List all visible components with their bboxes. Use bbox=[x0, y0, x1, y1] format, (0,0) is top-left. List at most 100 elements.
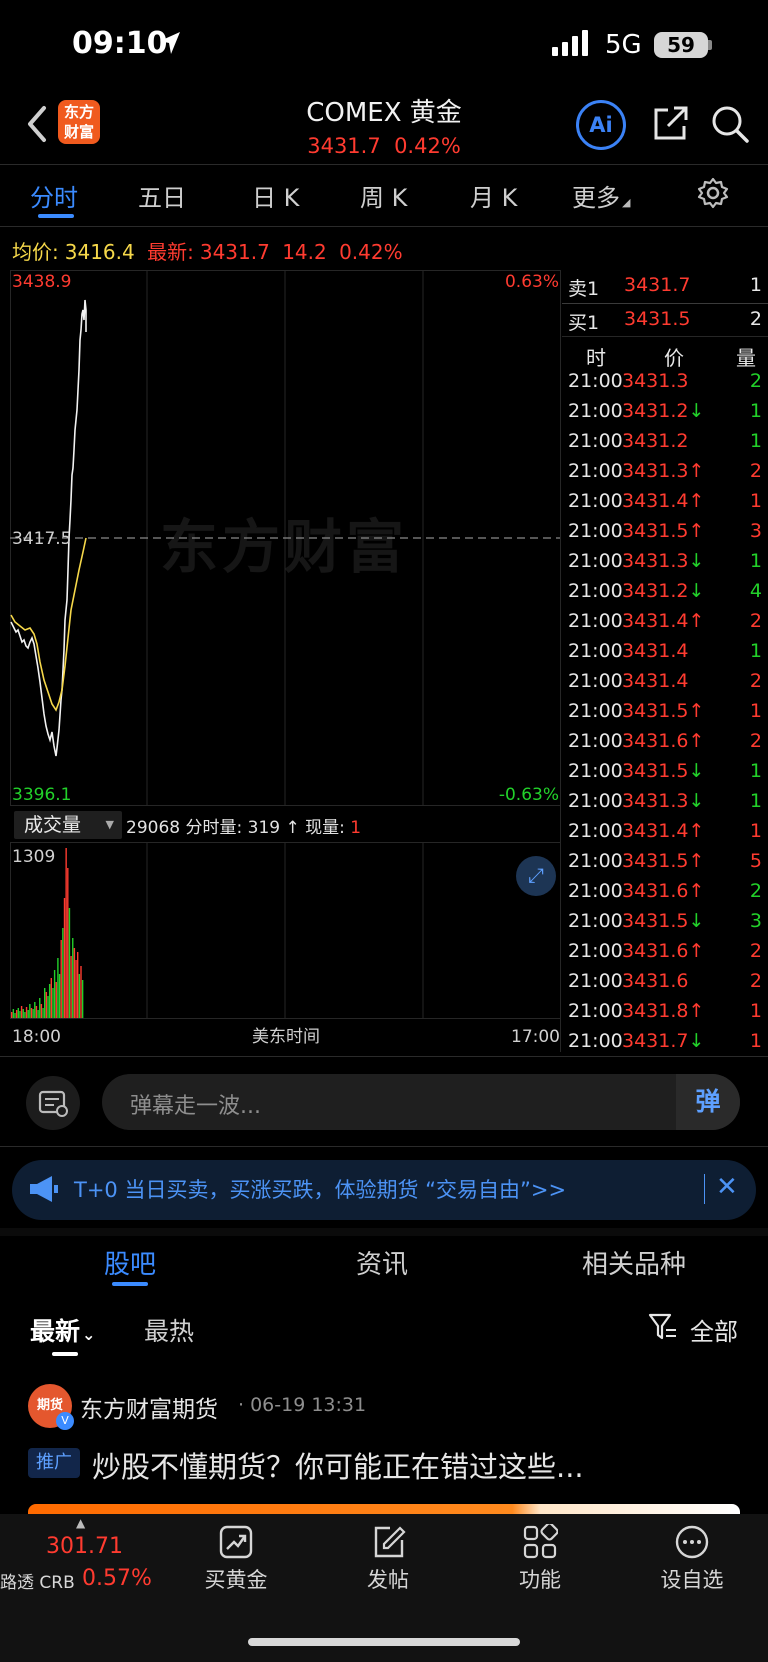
trade-price-value: 3431.3 bbox=[622, 370, 689, 392]
trade-price: 3431.4 bbox=[622, 640, 688, 662]
volume-bar bbox=[39, 998, 41, 1018]
volume-bar bbox=[63, 898, 66, 1018]
trade-time: 21:00 bbox=[568, 1000, 623, 1022]
trade-direction-arrow: ↓ bbox=[688, 550, 705, 572]
volume-bar bbox=[55, 982, 57, 1018]
danmaku-send-button[interactable]: 弹 bbox=[676, 1074, 740, 1130]
trade-qty: 2 bbox=[749, 460, 762, 482]
volume-bar bbox=[14, 1013, 16, 1018]
trade-time: 21:00 bbox=[568, 940, 623, 962]
add-watchlist-label: 设自选 bbox=[660, 1568, 724, 1592]
share-icon[interactable] bbox=[650, 104, 690, 144]
trade-qty: 4 bbox=[749, 580, 762, 602]
index-name[interactable]: 路透 CRB bbox=[0, 1568, 75, 1593]
close-icon[interactable]: ✕ bbox=[716, 1172, 738, 1202]
functions-button[interactable]: 功能 bbox=[480, 1524, 600, 1592]
sort-latest[interactable]: 最新 ⌄ bbox=[30, 1312, 95, 1348]
bid-1-qty: 2 bbox=[749, 308, 762, 330]
volume-bar bbox=[50, 978, 52, 1018]
danmaku-placeholder: 弹幕走一波... bbox=[130, 1094, 261, 1119]
indicator-selector-label: 成交量 bbox=[24, 814, 82, 836]
trade-qty: 1 bbox=[749, 820, 762, 842]
grid-icon bbox=[523, 1524, 558, 1559]
trade-price: 3431.5↑ bbox=[622, 700, 704, 722]
trade-price: 3431.2↓ bbox=[622, 400, 704, 422]
tab-more[interactable]: 更多 ◢ bbox=[572, 178, 630, 213]
trade-price-value: 3431.3 bbox=[622, 790, 689, 812]
post-author[interactable]: 东方财富期货 bbox=[80, 1390, 218, 1424]
expand-chart-button[interactable]: ⤢ bbox=[516, 856, 556, 896]
promo-text: T+0 当日买卖，买涨买跌，体验期货 “交易自由”>> bbox=[74, 1178, 567, 1202]
trade-price-value: 3431.7 bbox=[622, 1030, 689, 1052]
post-image[interactable] bbox=[28, 1504, 740, 1514]
caret-up-icon[interactable]: ▲ bbox=[76, 1516, 85, 1530]
tab-guba[interactable]: 股吧 bbox=[104, 1244, 156, 1281]
add-watchlist-button[interactable]: 设自选 bbox=[632, 1524, 752, 1592]
volume-bar bbox=[45, 992, 48, 1018]
index-value[interactable]: 301.71 bbox=[46, 1534, 123, 1559]
home-indicator[interactable] bbox=[248, 1638, 520, 1646]
tabs-divider bbox=[0, 226, 768, 227]
post-time: · 06-19 13:31 bbox=[238, 1394, 367, 1416]
tab-more-label: 更多 bbox=[572, 184, 620, 212]
pct-max-label: 0.63% bbox=[505, 272, 559, 292]
trade-row: 21:00 3431.3↑ 2 bbox=[568, 460, 764, 490]
gear-icon[interactable] bbox=[696, 176, 730, 210]
trade-qty: 1 bbox=[749, 1030, 762, 1052]
danmaku-toggle-button[interactable] bbox=[26, 1076, 80, 1130]
tab-related[interactable]: 相关品种 bbox=[582, 1244, 686, 1281]
tab-monthly-k[interactable]: 月 K bbox=[470, 178, 517, 213]
trade-price-value: 3431.4 bbox=[622, 640, 689, 662]
battery-tip bbox=[708, 40, 712, 50]
volume-bar bbox=[30, 1008, 33, 1018]
price-mid-label: 3417.5 bbox=[12, 529, 71, 549]
trade-price: 3431.6↑ bbox=[622, 880, 704, 902]
trade-direction-arrow: ↑ bbox=[688, 700, 705, 722]
trade-row: 21:00 3431.3 2 bbox=[568, 370, 764, 400]
price-max-label: 3438.9 bbox=[12, 272, 71, 292]
intraday-chart[interactable]: 3438.9 3417.5 3396.1 0.63% -0.63% 1309 1… bbox=[10, 270, 562, 1048]
trade-price: 3431.7↓ bbox=[622, 1030, 704, 1052]
index-change-pct[interactable]: 0.57% bbox=[82, 1566, 152, 1591]
bid-1-row: 买1 3431.5 2 bbox=[568, 308, 764, 338]
trade-price-value: 3431.4 bbox=[622, 490, 689, 512]
trade-price: 3431.3↓ bbox=[622, 550, 704, 572]
trade-row: 21:00 3431.6↑ 2 bbox=[568, 940, 764, 970]
header-price: 3431.7 bbox=[307, 134, 381, 158]
trade-row: 21:00 3431.4↑ 1 bbox=[568, 820, 764, 850]
tab-news[interactable]: 资讯 bbox=[356, 1244, 408, 1281]
trade-row: 21:00 3431.8↑ 1 bbox=[568, 1000, 764, 1030]
trade-time: 21:00 bbox=[568, 430, 623, 452]
tab-weekly-k[interactable]: 周 K bbox=[360, 178, 407, 213]
buy-gold-button[interactable]: 买黄金 bbox=[176, 1524, 296, 1592]
location-arrow-icon bbox=[160, 32, 180, 54]
tab-five-day[interactable]: 五日 bbox=[138, 178, 186, 213]
volume-bar bbox=[17, 1008, 19, 1018]
trade-price-value: 3431.8 bbox=[622, 1000, 689, 1022]
trade-qty: 2 bbox=[749, 880, 762, 902]
trade-price-value: 3431.6 bbox=[622, 970, 689, 992]
filter-all[interactable]: 全部 bbox=[690, 1312, 738, 1347]
trade-time: 21:00 bbox=[568, 610, 623, 632]
volume-bar bbox=[68, 908, 71, 1018]
search-icon[interactable] bbox=[710, 104, 750, 144]
ai-assistant-button[interactable]: Ai bbox=[576, 100, 626, 150]
post-title[interactable]: 炒股不懂期货？你可能正在错过这些... bbox=[92, 1444, 584, 1486]
chart-bottom-divider bbox=[0, 1056, 768, 1057]
ask-1-row: 卖1 3431.7 1 bbox=[568, 274, 764, 304]
trade-time: 21:00 bbox=[568, 400, 623, 422]
trade-time: 21:00 bbox=[568, 790, 623, 812]
post-button[interactable]: 发帖 bbox=[328, 1524, 448, 1592]
average-price-line bbox=[10, 537, 87, 712]
filter-icon[interactable] bbox=[648, 1312, 678, 1342]
price-min-label: 3396.1 bbox=[12, 785, 71, 805]
change-pct: 0.42% bbox=[339, 240, 403, 264]
trade-row: 21:00 3431.3↓ 1 bbox=[568, 790, 764, 820]
time-end-label: 17:00 bbox=[511, 1027, 560, 1047]
tab-daily-k[interactable]: 日 K bbox=[252, 178, 299, 213]
tab-intraday[interactable]: 分时 bbox=[30, 178, 78, 213]
trade-qty: 2 bbox=[749, 940, 762, 962]
volume-bar bbox=[25, 1007, 28, 1018]
indicator-selector[interactable]: 成交量 ▼ bbox=[14, 811, 122, 839]
sort-hot[interactable]: 最热 bbox=[144, 1312, 194, 1348]
